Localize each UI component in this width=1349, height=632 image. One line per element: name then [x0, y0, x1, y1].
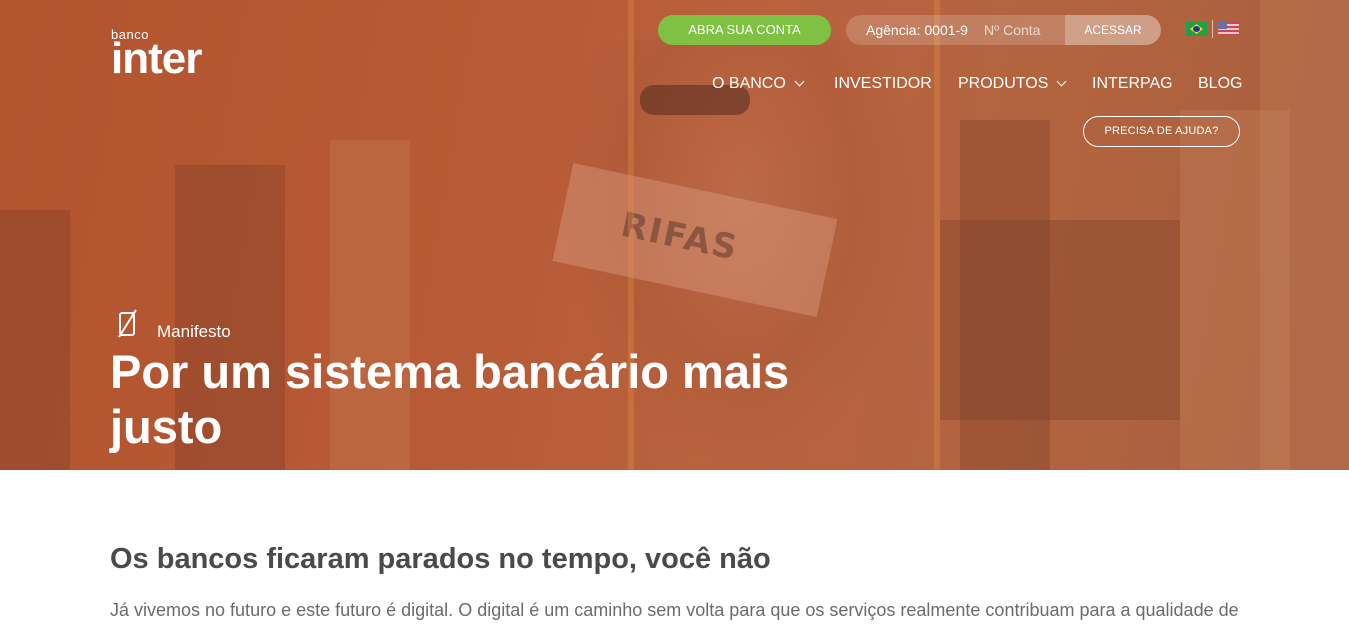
access-button[interactable]: ACESSAR — [1065, 15, 1161, 45]
chevron-down-icon — [794, 76, 805, 87]
usa-flag-icon[interactable] — [1218, 22, 1239, 36]
nav-item-label: INVESTIDOR — [834, 75, 932, 92]
content-paragraph: Já vivemos no futuro e este futuro é dig… — [110, 600, 1239, 620]
nav-item-label: INTERPAG — [1092, 75, 1173, 92]
account-number-input[interactable] — [984, 15, 1064, 45]
nav-item-produtos[interactable]: PRODUTOS — [958, 74, 1067, 94]
chevron-down-icon — [1056, 76, 1067, 87]
content-heading: Os bancos ficaram parados no tempo, você… — [110, 543, 771, 575]
nav-item-o-banco[interactable]: O BANCO — [712, 74, 805, 94]
language-separator — [1212, 20, 1213, 38]
nav-item-label: PRODUTOS — [958, 75, 1049, 92]
logo-big-text: inter — [111, 34, 202, 83]
hero-title: Por um sistema bancário mais justo — [110, 345, 790, 453]
open-account-button[interactable]: ABRA SUA CONTA — [658, 15, 831, 45]
help-button[interactable]: PRECISA DE AJUDA? — [1083, 116, 1240, 147]
banco-inter-logo[interactable]: banco inter — [111, 28, 202, 83]
nav-item-blog[interactable]: BLOG — [1198, 74, 1242, 94]
brazil-flag-icon[interactable] — [1186, 22, 1207, 36]
section-label: Manifesto — [157, 322, 231, 341]
manifesto-zero-icon — [118, 309, 137, 338]
hero-banner: RIFAS banco inter ABRA SUA CONTA Agência… — [0, 0, 1349, 470]
login-form: Agência: 0001-9 ACESSAR — [846, 15, 1161, 45]
nav-item-label: O BANCO — [712, 75, 786, 92]
nav-item-interpag[interactable]: INTERPAG — [1092, 74, 1173, 94]
photo-sign-text: RIFAS — [617, 204, 743, 269]
nav-item-label: BLOG — [1198, 75, 1243, 92]
nav-item-investidor[interactable]: INVESTIDOR — [834, 74, 932, 94]
agency-label: Agência: 0001-9 — [866, 22, 968, 38]
